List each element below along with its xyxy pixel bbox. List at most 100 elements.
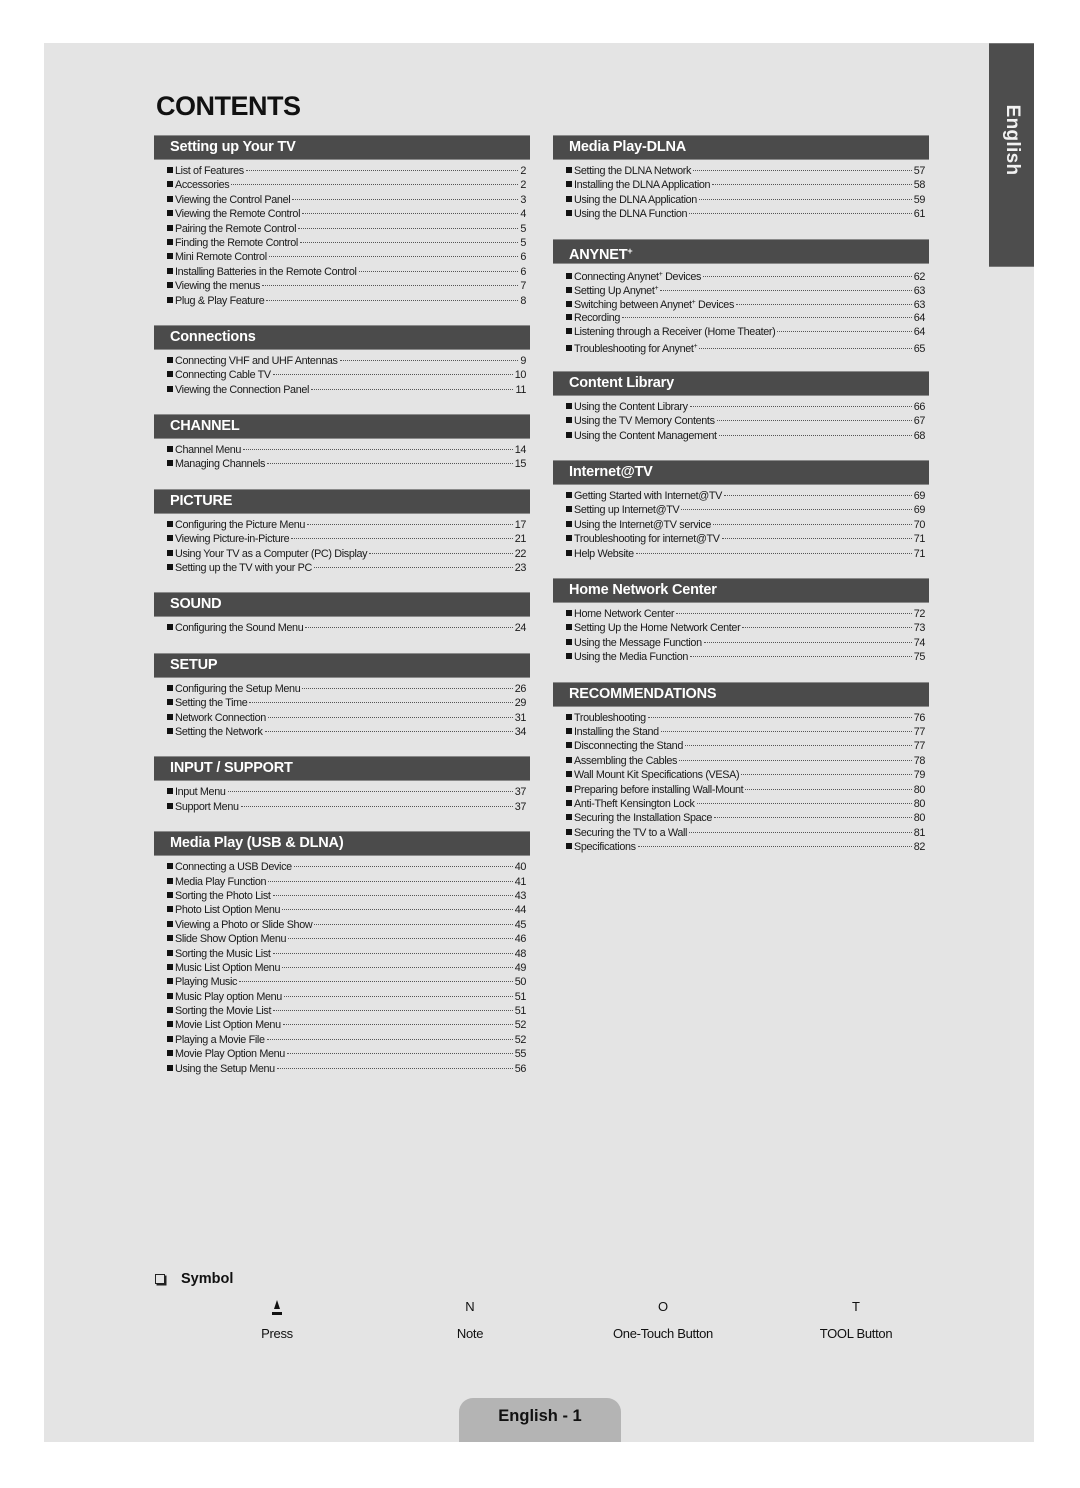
toc-entry[interactable]: Help Website 71 <box>566 547 925 561</box>
toc-entry[interactable]: Connecting VHF and UHF Antennas 9 <box>167 354 526 368</box>
toc-entry[interactable]: Mini Remote Control 6 <box>167 250 526 264</box>
toc-entry[interactable]: Music List Option Menu 49 <box>167 961 526 975</box>
toc-entry[interactable]: Securing the Installation Space 80 <box>566 811 925 825</box>
toc-entry[interactable]: Setting the Network 34 <box>167 725 526 739</box>
toc-entry[interactable]: Viewing the Control Panel 3 <box>167 193 526 207</box>
toc-entry[interactable]: Sorting the Movie List 51 <box>167 1004 526 1018</box>
dot-leader <box>305 627 513 629</box>
toc-entry[interactable]: Accessories 2 <box>167 178 526 192</box>
square-bullet-icon <box>167 802 173 809</box>
toc-entry[interactable]: Playing Music 50 <box>167 975 526 989</box>
toc-entry[interactable]: Home Network Center 72 <box>566 607 925 621</box>
toc-entry[interactable]: Using Your TV as a Computer (PC) Display… <box>167 547 526 561</box>
symbol-note: N Note <box>390 1297 550 1341</box>
toc-entry-text: Recording <box>574 311 621 324</box>
dot-leader <box>249 702 513 704</box>
toc-entry[interactable]: Wall Mount Kit Specifications (VESA) 79 <box>566 768 925 782</box>
toc-entry-text: Music List Option Menu <box>175 961 281 974</box>
toc-entry[interactable]: Input Menu 37 <box>167 785 526 799</box>
toc-entry[interactable]: Using the Content Library 66 <box>566 400 925 414</box>
toc-entry[interactable]: Slide Show Option Menu 46 <box>167 932 526 946</box>
square-bullet-icon <box>167 564 173 571</box>
toc-entry-list: Troubleshooting 76 Installing the Stand 77 D… <box>553 707 929 855</box>
toc-entry[interactable]: Troubleshooting for Anynet+ 65 <box>566 340 925 355</box>
toc-entry[interactable]: Assembling the Cables 78 <box>566 754 925 768</box>
toc-entry-text: Viewing the Connection Panel <box>175 383 310 396</box>
toc-entry-label: Accessories <box>175 178 230 192</box>
toc-entry[interactable]: Setting up Internet@TV 69 <box>566 503 925 517</box>
toc-entry[interactable]: Connecting Anynet+ Devices 62 <box>566 268 925 283</box>
toc-entry[interactable]: Playing a Movie File 52 <box>167 1033 526 1047</box>
toc-entry[interactable]: Viewing the menus 7 <box>167 279 526 293</box>
toc-entry[interactable]: Setting the Time 29 <box>167 696 526 710</box>
toc-entry[interactable]: Recording 64 <box>566 311 925 325</box>
toc-entry[interactable]: Pairing the Remote Control 5 <box>167 222 526 236</box>
toc-entry[interactable]: Finding the Remote Control 5 <box>167 236 526 250</box>
toc-entry[interactable]: Support Menu 37 <box>167 800 526 814</box>
toc-entry[interactable]: Connecting a USB Device 40 <box>167 860 526 874</box>
section-header: CHANNEL <box>154 414 530 440</box>
toc-entry[interactable]: Configuring the Setup Menu 26 <box>167 682 526 696</box>
toc-page-number: 51 <box>514 1005 527 1018</box>
toc-entry[interactable]: Network Connection 31 <box>167 711 526 725</box>
toc-entry[interactable]: Setting up the TV with your PC 23 <box>167 561 526 575</box>
toc-entry[interactable]: Disconnecting the Stand 77 <box>566 739 925 753</box>
toc-entry[interactable]: Viewing the Connection Panel 11 <box>167 383 526 397</box>
toc-entry-label: Setting up the TV with your PC <box>175 561 312 575</box>
toc-entry-label: Viewing the Remote Control <box>175 207 300 221</box>
toc-entry[interactable]: Configuring the Picture Menu 17 <box>167 518 526 532</box>
dot-leader <box>714 817 912 819</box>
toc-entry[interactable]: Troubleshooting for internet@TV 71 <box>566 532 925 546</box>
square-bullet-icon <box>566 520 572 527</box>
toc-section: Connections Connecting VHF and UHF Antenn… <box>154 324 530 397</box>
dot-leader <box>339 359 519 361</box>
toc-entry[interactable]: Viewing a Photo or Slide Show 45 <box>167 918 526 932</box>
toc-entry[interactable]: Viewing Picture-in-Picture 21 <box>167 532 526 546</box>
toc-entry[interactable]: Using the DLNA Application 59 <box>566 193 925 207</box>
toc-entry[interactable]: Viewing the Remote Control 4 <box>167 207 526 221</box>
toc-entry-text: Installing the Stand <box>574 725 659 738</box>
section-title: ANYNET <box>569 246 628 263</box>
toc-entry[interactable]: Plug & Play Feature 8 <box>167 294 526 308</box>
toc-entry[interactable]: Setting Up Anynet+ 63 <box>566 282 925 297</box>
toc-entry[interactable]: Connecting Cable TV 10 <box>167 368 526 382</box>
toc-entry[interactable]: List of Features 2 <box>167 164 526 178</box>
toc-page-number: 5 <box>520 236 526 249</box>
toc-entry-list: Configuring the Picture Menu 17 Viewing Pi… <box>154 514 530 576</box>
toc-entry[interactable]: Setting Up the Home Network Center 73 <box>566 621 925 635</box>
toc-entry-text: Using the Content Library <box>574 400 688 413</box>
toc-entry[interactable]: Preparing before installing Wall-Mount 80 <box>566 783 925 797</box>
toc-entry[interactable]: Configuring the Sound Menu 24 <box>167 621 526 635</box>
toc-entry[interactable]: Channel Menu 14 <box>167 443 526 457</box>
toc-entry[interactable]: Using the Message Function 74 <box>566 636 925 650</box>
dot-leader <box>689 213 912 215</box>
toc-entry[interactable]: Switching between Anynet+ Devices 63 <box>566 296 925 311</box>
toc-entry-text: Setting Up Anynet <box>574 284 655 297</box>
toc-entry[interactable]: Specifications 82 <box>566 840 925 854</box>
toc-entry[interactable]: Using the TV Memory Contents 67 <box>566 414 925 428</box>
toc-entry[interactable]: Media Play Function 41 <box>167 875 526 889</box>
toc-entry[interactable]: Using the Content Management 68 <box>566 429 925 443</box>
toc-entry[interactable]: Installing the DLNA Application 58 <box>566 178 925 192</box>
toc-entry[interactable]: Installing the Stand 77 <box>566 725 925 739</box>
toc-entry[interactable]: Using the Setup Menu 56 <box>167 1062 526 1076</box>
toc-entry[interactable]: Photo List Option Menu 44 <box>167 903 526 917</box>
square-bullet-icon <box>167 181 173 188</box>
square-bullet-icon <box>566 210 572 217</box>
toc-entry[interactable]: Music Play option Menu 51 <box>167 990 526 1004</box>
toc-entry[interactable]: Anti-Theft Kensington Lock 80 <box>566 797 925 811</box>
toc-entry[interactable]: Using the Media Function 75 <box>566 650 925 664</box>
toc-entry[interactable]: Sorting the Photo List 43 <box>167 889 526 903</box>
toc-entry[interactable]: Managing Channels 15 <box>167 457 526 471</box>
toc-entry[interactable]: Troubleshooting 76 <box>566 711 925 725</box>
toc-entry[interactable]: Listening through a Receiver (Home Theat… <box>566 325 925 339</box>
toc-entry[interactable]: Using the Internet@TV service 70 <box>566 518 925 532</box>
toc-entry[interactable]: Using the DLNA Function 61 <box>566 207 925 221</box>
toc-entry[interactable]: Getting Started with Internet@TV 69 <box>566 489 925 503</box>
toc-entry[interactable]: Movie List Option Menu 52 <box>167 1018 526 1032</box>
toc-entry[interactable]: Movie Play Option Menu 55 <box>167 1047 526 1061</box>
toc-entry[interactable]: Setting the DLNA Network 57 <box>566 164 925 178</box>
toc-entry[interactable]: Installing Batteries in the Remote Contr… <box>167 265 526 279</box>
toc-entry[interactable]: Sorting the Music List 48 <box>167 947 526 961</box>
toc-entry[interactable]: Securing the TV to a Wall 81 <box>566 826 925 840</box>
